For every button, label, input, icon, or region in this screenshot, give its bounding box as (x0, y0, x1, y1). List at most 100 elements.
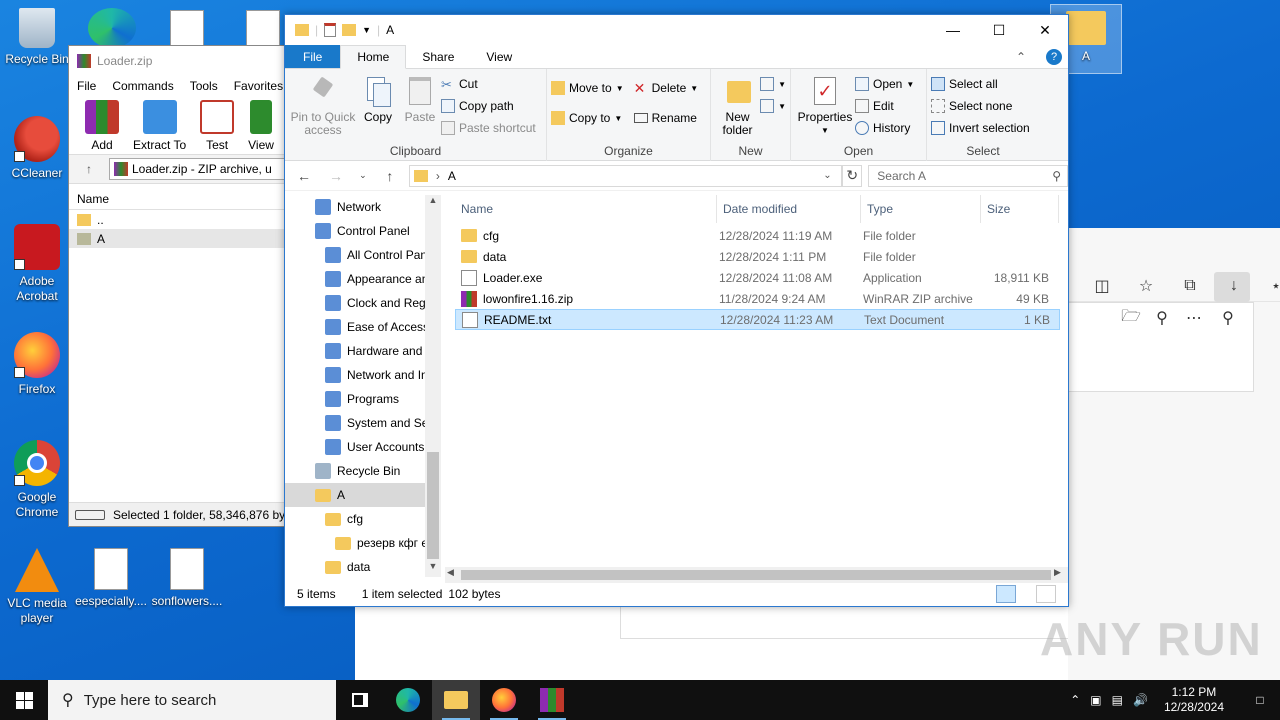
nav-item[interactable]: Hardware and Sound (285, 339, 441, 363)
edit-button[interactable]: Edit (855, 97, 914, 115)
help-icon[interactable]: ? (1040, 45, 1068, 68)
nav-item[interactable]: Network (285, 195, 441, 219)
delete-button[interactable]: ✕ Delete ▼ (634, 79, 699, 97)
tab-view[interactable]: View (470, 45, 528, 68)
extract-to-button[interactable]: Extract To (133, 100, 186, 152)
extensions-icon[interactable]: ⋆ (1260, 270, 1280, 302)
nav-item[interactable]: Programs (285, 387, 441, 411)
more-icon[interactable]: ⋯ (1178, 302, 1210, 334)
volume-icon[interactable]: 🔊 (1133, 693, 1148, 707)
refresh-icon[interactable]: ↻ (842, 164, 863, 187)
search-box[interactable]: Search A ⚲ (868, 164, 1069, 187)
up-arrow-icon[interactable]: ↑ (69, 162, 109, 176)
breadcrumb-current[interactable]: A (448, 169, 456, 183)
paste-shortcut-button[interactable]: Paste shortcut (441, 119, 536, 137)
taskbar-firefox[interactable] (480, 680, 528, 720)
winrar-column-name[interactable]: Name (69, 188, 289, 210)
maximize-button[interactable]: ☐ (976, 15, 1022, 45)
horizontal-scrollbar[interactable]: ◀ ▶ (445, 567, 1068, 583)
tab-home[interactable]: Home (340, 45, 407, 69)
menu-favorites[interactable]: Favorites (234, 79, 283, 93)
folder-open-icon[interactable]: 🗁 (1115, 302, 1147, 334)
split-screen-icon[interactable]: ◫ (1086, 270, 1118, 302)
copy-path-button[interactable]: Copy path (441, 97, 536, 115)
select-none-button[interactable]: Select none (931, 97, 1030, 115)
winrar-path-field[interactable]: Loader.zip - ZIP archive, u (109, 158, 289, 180)
open-button[interactable]: Open ▼ (855, 75, 914, 93)
taskbar-winrar[interactable] (528, 680, 576, 720)
collections-icon[interactable]: ⧉ (1174, 270, 1206, 302)
search-icon[interactable]: ⚲ (1146, 302, 1178, 334)
menu-file[interactable]: File (77, 79, 96, 93)
desktop-icon-eespecially[interactable]: eespecially.... (74, 548, 148, 609)
task-view-button[interactable] (336, 680, 384, 720)
file-row[interactable]: README.txt 12/28/2024 11:23 AM Text Docume… (455, 309, 1060, 330)
network-icon[interactable]: ▣ (1090, 693, 1101, 707)
nav-item[interactable]: резерв кфг ex (285, 531, 441, 555)
column-size[interactable]: Size (981, 195, 1059, 223)
up-arrow-icon[interactable]: ↑ (377, 164, 403, 188)
winrar-row-a[interactable]: A (69, 229, 289, 248)
tab-file[interactable]: File (285, 45, 341, 68)
nav-item[interactable]: Appearance and Personalization (285, 267, 441, 291)
nav-item[interactable]: Clock and Region (285, 291, 441, 315)
desktop-icon-recycle-bin[interactable]: Recycle Bin (0, 8, 74, 67)
new-folder-icon[interactable] (342, 24, 357, 36)
favorites-icon[interactable]: ☆ (1130, 270, 1162, 302)
taskbar-edge[interactable] (384, 680, 432, 720)
tab-share[interactable]: Share (406, 45, 470, 68)
address-dropdown-icon[interactable]: ⌄ (823, 170, 841, 181)
collapse-ribbon-icon[interactable]: ⌃ (1016, 45, 1040, 68)
nav-item[interactable]: Ease of Access (285, 315, 441, 339)
new-item-button[interactable]: ▼ (760, 75, 786, 93)
nav-item[interactable]: Recycle Bin (285, 459, 441, 483)
column-type[interactable]: Type (861, 195, 981, 223)
file-row[interactable]: data 12/28/2024 1:11 PM File folder (455, 246, 1060, 267)
desktop-icon-adobe-acrobat[interactable]: Adobe Acrobat (0, 224, 74, 304)
nav-item[interactable]: cfg (285, 507, 441, 531)
show-hidden-icons-icon[interactable]: ⌃ (1070, 693, 1080, 707)
file-row[interactable]: Loader.exe 12/28/2024 11:08 AM Application… (455, 267, 1060, 288)
nav-item[interactable]: A (285, 483, 441, 507)
nav-item[interactable]: Network and Internet (285, 363, 441, 387)
easy-access-button[interactable]: ▼ (760, 97, 786, 115)
download-icon[interactable]: ↓ (1218, 270, 1250, 302)
taskbar-search[interactable]: ⚲ Type here to search (48, 680, 336, 720)
invert-selection-button[interactable]: Invert selection (931, 119, 1030, 137)
select-all-button[interactable]: Select all (931, 75, 1030, 93)
nav-item[interactable]: System and Security (285, 411, 441, 435)
menu-commands[interactable]: Commands (112, 79, 173, 93)
copy-to-button[interactable]: Copy to ▼ (551, 109, 624, 127)
rename-button[interactable]: Rename (633, 109, 699, 127)
cut-button[interactable]: ✂ Cut (441, 75, 536, 93)
move-to-button[interactable]: Move to ▼ (551, 79, 624, 97)
desktop-icon-sonflowers[interactable]: sonflowers.... (150, 548, 224, 609)
taskbar-file-explorer[interactable] (432, 680, 480, 720)
desktop-icon-firefox[interactable]: Firefox (0, 332, 74, 397)
desktop-icon-google-chrome[interactable]: Google Chrome (0, 440, 74, 520)
details-view-icon[interactable] (996, 585, 1016, 603)
notifications-icon[interactable]: □ (1240, 693, 1280, 707)
menu-tools[interactable]: Tools (190, 79, 218, 93)
winrar-row-parent[interactable]: .. (69, 210, 289, 229)
pin-icon[interactable]: ⚲ (1212, 302, 1244, 334)
back-arrow-icon[interactable]: ← (291, 164, 317, 188)
nav-item[interactable]: Control Panel (285, 219, 441, 243)
view-button[interactable]: View (248, 100, 274, 152)
large-icons-view-icon[interactable] (1036, 585, 1056, 603)
nav-item[interactable]: User Accounts (285, 435, 441, 459)
nav-item[interactable]: All Control Panel Items (285, 243, 441, 267)
desktop-icon-vlc[interactable]: VLC media player (0, 548, 74, 626)
navigation-scrollbar[interactable]: ▲ ▼ (425, 195, 441, 577)
nav-item[interactable]: data (285, 555, 441, 577)
display-icon[interactable]: ▤ (1112, 693, 1123, 707)
clock[interactable]: 1:12 PM 12/28/2024 (1158, 685, 1230, 715)
forward-arrow-icon[interactable]: → (323, 164, 349, 188)
close-button[interactable]: ✕ (1022, 15, 1068, 45)
address-bar[interactable]: › A ⌄ (408, 164, 843, 187)
file-row[interactable]: cfg 12/28/2024 11:19 AM File folder (455, 225, 1060, 246)
start-button[interactable] (0, 680, 48, 720)
recent-locations-icon[interactable]: ⌄ (355, 164, 371, 188)
desktop-icon-ccleaner[interactable]: CCleaner (0, 116, 74, 181)
add-button[interactable]: Add (85, 100, 119, 152)
